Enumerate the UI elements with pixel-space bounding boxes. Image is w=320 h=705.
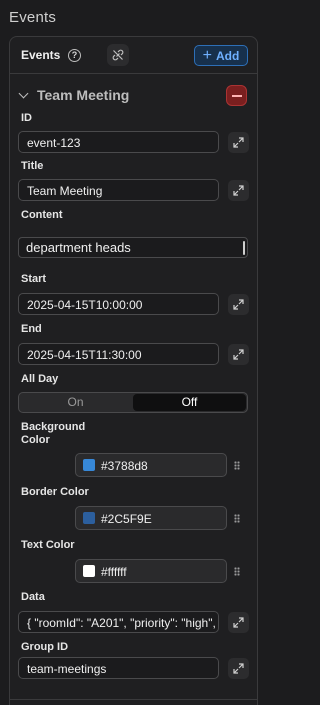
content-text: department heads [26, 240, 131, 255]
all-day-toggle: On Off [18, 392, 248, 413]
toggle-on[interactable]: On [19, 393, 132, 412]
divider [10, 73, 257, 74]
text-color-input[interactable]: #ffffff [75, 559, 227, 583]
panel-label: Events [21, 48, 61, 62]
text-color-label: Text Color [21, 539, 75, 551]
help-icon[interactable]: ? [68, 49, 81, 62]
id-expand-button[interactable] [228, 132, 249, 153]
color-value: #ffffff [101, 565, 127, 579]
expand-icon [233, 663, 244, 674]
expand-icon [233, 185, 244, 196]
background-color-label-line1: Background [21, 421, 86, 433]
data-expand-button[interactable] [228, 612, 249, 633]
color-swatch[interactable] [83, 459, 95, 471]
id-input[interactable]: event-123 [18, 131, 219, 153]
color-value: #3788d8 [101, 459, 148, 473]
background-color-input[interactable]: #3788d8 [75, 453, 227, 477]
title-input[interactable]: Team Meeting [18, 179, 219, 201]
background-color-label-line2: Color [21, 434, 50, 446]
plus-icon: + [202, 46, 212, 64]
start-expand-button[interactable] [228, 294, 249, 315]
add-button[interactable]: + Add [194, 45, 248, 66]
chevron-down-icon[interactable] [18, 88, 29, 99]
group-id-input[interactable]: team-meetings [18, 657, 219, 679]
color-value: #2C5F9E [101, 512, 152, 526]
events-panel: Events ? + Add Team Meeting ID event-123… [9, 36, 258, 705]
drag-handle-icon[interactable] [234, 514, 240, 523]
border-color-label: Border Color [21, 486, 89, 498]
expand-icon [233, 349, 244, 360]
start-input[interactable]: 2025-04-15T10:00:00 [18, 293, 219, 315]
background-color-label: Background Color [21, 421, 85, 447]
unlink-button[interactable] [107, 44, 129, 66]
expand-icon [233, 137, 244, 148]
border-color-input[interactable]: #2C5F9E [75, 506, 227, 530]
end-label: End [21, 323, 42, 335]
expand-icon [233, 617, 244, 628]
end-expand-button[interactable] [228, 344, 249, 365]
title-label: Title [21, 160, 44, 172]
group-id-expand-button[interactable] [228, 658, 249, 679]
panel-header: Events ? + Add [10, 37, 257, 73]
item-title: Team Meeting [37, 87, 130, 103]
data-input[interactable]: { "roomId": "A201", "priority": "high", [18, 611, 219, 633]
scrollbar[interactable] [243, 241, 245, 255]
id-label: ID [21, 112, 32, 124]
color-swatch[interactable] [83, 565, 95, 577]
content-textarea[interactable]: department heads [18, 237, 248, 258]
expand-icon [233, 299, 244, 310]
drag-handle-icon[interactable] [234, 461, 240, 470]
item-header[interactable]: Team Meeting [10, 84, 257, 106]
color-swatch[interactable] [83, 512, 95, 524]
start-label: Start [21, 273, 47, 285]
remove-item-button[interactable] [226, 85, 247, 106]
toggle-off[interactable]: Off [133, 394, 246, 411]
content-label: Content [21, 209, 63, 221]
add-label: Add [216, 48, 240, 63]
drag-handle-icon[interactable] [234, 567, 240, 576]
group-id-label: Group ID [21, 641, 69, 653]
end-input[interactable]: 2025-04-15T11:30:00 [18, 343, 219, 365]
data-label: Data [21, 591, 45, 603]
all-day-label: All Day [21, 373, 59, 385]
section-title: Events [9, 9, 57, 26]
divider [10, 699, 257, 700]
events-page: Events Events ? + Add Team Meeting ID ev… [0, 0, 267, 705]
unlink-icon [112, 49, 124, 61]
title-expand-button[interactable] [228, 180, 249, 201]
